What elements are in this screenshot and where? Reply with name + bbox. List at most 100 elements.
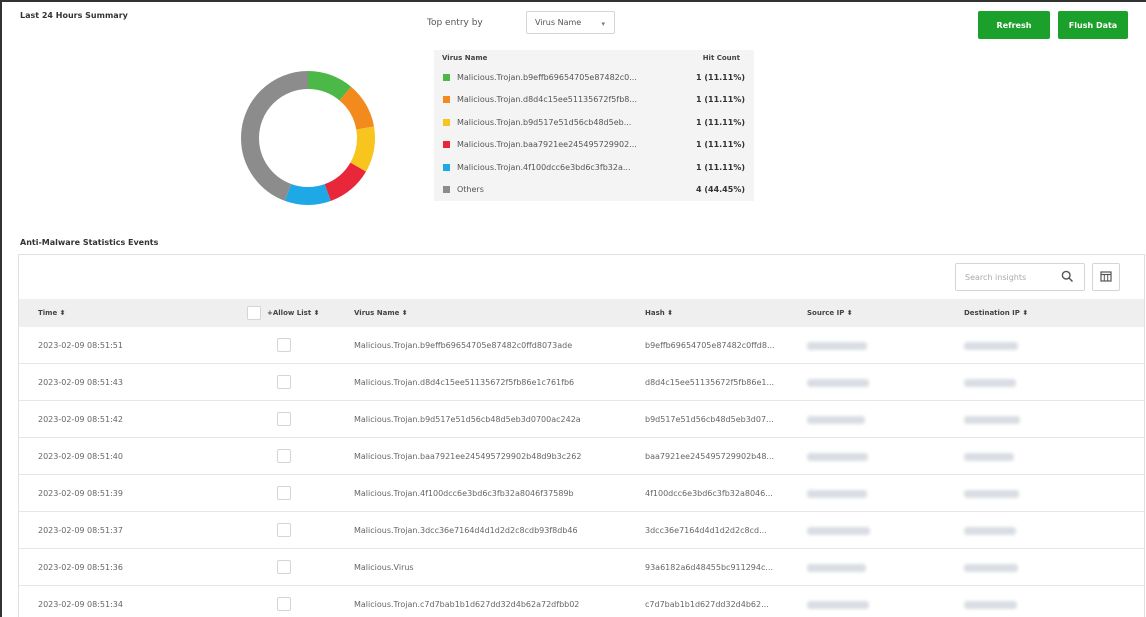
donut-chart — [241, 71, 375, 205]
col-allow-list[interactable]: +Allow List ⬍ — [267, 309, 319, 317]
cell-destination-ip-redacted — [964, 453, 1014, 461]
legend-header-name: Virus Name — [442, 54, 488, 62]
table-row[interactable]: 2023-02-09 08:51:42 Malicious.Trojan.b9d5… — [19, 401, 1144, 438]
summary-title: Last 24 Hours Summary — [20, 11, 128, 20]
events-table: Search insights Time ⬍ +Allow List ⬍ Vir… — [18, 254, 1145, 617]
select-all-checkbox[interactable] — [247, 306, 261, 320]
table-row[interactable]: 2023-02-09 08:51:51 Malicious.Trojan.b9ef… — [19, 327, 1144, 364]
cell-source-ip-redacted — [807, 342, 867, 350]
col-source-ip[interactable]: Source IP ⬍ — [807, 309, 853, 317]
cell-virus-name: Malicious.Trojan.b9d517e51d56cb48d5eb3d0… — [354, 415, 581, 424]
table-row[interactable]: 2023-02-09 08:51:36 Malicious.Virus 93a618… — [19, 549, 1144, 586]
legend-header-count: Hit Count — [702, 54, 740, 62]
cell-source-ip-redacted — [807, 379, 869, 387]
cell-source-ip-redacted — [807, 527, 870, 535]
legend-item: Others 4 (44.45%) — [434, 179, 754, 202]
legend-item: Malicious.Trojan.d8d4c15ee51135672f5fb8.… — [434, 89, 754, 112]
cell-virus-name: Malicious.Trojan.b9effb69654705e87482c0f… — [354, 341, 573, 350]
cell-time: 2023-02-09 08:51:36 — [38, 563, 123, 572]
allow-list-checkbox[interactable] — [277, 412, 291, 426]
allow-list-checkbox[interactable] — [277, 486, 291, 500]
legend-item-count: 1 (11.11%) — [696, 140, 745, 150]
cell-hash: 4f100dcc6e3bd6c3fb32a8046... — [645, 489, 773, 498]
legend: Virus Name Hit Count Malicious.Trojan.b9… — [434, 50, 754, 201]
legend-swatch — [443, 186, 450, 194]
refresh-button[interactable]: Refresh — [978, 11, 1050, 39]
table-header: Time ⬍ +Allow List ⬍ Virus Name ⬍ Hash ⬍… — [19, 299, 1144, 327]
columns-icon — [1100, 271, 1112, 282]
cell-time: 2023-02-09 08:51:34 — [38, 600, 123, 609]
legend-swatch — [443, 96, 450, 104]
legend-swatch — [443, 73, 450, 81]
search-icon[interactable] — [1061, 270, 1074, 283]
allow-list-checkbox[interactable] — [277, 523, 291, 537]
cell-destination-ip-redacted — [964, 342, 1018, 350]
col-virus-name[interactable]: Virus Name ⬍ — [354, 309, 408, 317]
cell-source-ip-redacted — [807, 601, 869, 609]
cell-virus-name: Malicious.Trojan.c7d7bab1b1d627dd32d4b62… — [354, 600, 580, 609]
cell-time: 2023-02-09 08:51:37 — [38, 526, 123, 535]
top-entry-select[interactable]: Virus Name ▾ — [526, 11, 615, 34]
table-row[interactable]: 2023-02-09 08:51:40 Malicious.Trojan.baa7… — [19, 438, 1144, 475]
cell-hash: 93a6182a6d48455bc911294c... — [645, 563, 774, 572]
allow-list-checkbox[interactable] — [277, 338, 291, 352]
table-row[interactable]: 2023-02-09 08:51:34 Malicious.Trojan.c7d7… — [19, 586, 1144, 617]
legend-header: Virus Name Hit Count — [434, 50, 754, 66]
top-entry-value: Virus Name — [535, 18, 582, 27]
search-placeholder: Search insights — [965, 273, 1027, 282]
search-input[interactable]: Search insights — [955, 263, 1085, 291]
cell-hash: d8d4c15ee51135672f5fb86e1... — [645, 378, 775, 387]
allow-list-checkbox[interactable] — [277, 449, 291, 463]
cell-hash: c7d7bab1b1d627dd32d4b62... — [645, 600, 769, 609]
column-settings-button[interactable] — [1092, 263, 1120, 291]
cell-time: 2023-02-09 08:51:42 — [38, 415, 123, 424]
cell-destination-ip-redacted — [964, 527, 1016, 535]
cell-source-ip-redacted — [807, 564, 866, 572]
cell-source-ip-redacted — [807, 490, 867, 498]
legend-item-count: 1 (11.11%) — [696, 72, 745, 82]
legend-item-count: 1 (11.11%) — [696, 117, 745, 127]
legend-item: Malicious.Trojan.baa7921ee245495729902..… — [434, 134, 754, 157]
col-destination-ip[interactable]: Destination IP ⬍ — [964, 309, 1028, 317]
events-title: Anti-Malware Statistics Events — [20, 238, 159, 247]
col-time[interactable]: Time ⬍ — [38, 309, 66, 317]
flush-data-button[interactable]: Flush Data — [1058, 11, 1128, 39]
legend-item-name: Malicious.Trojan.4f100dcc6e3bd6c3fb32a..… — [457, 162, 631, 172]
chevron-down-icon: ▾ — [601, 20, 605, 28]
cell-virus-name: Malicious.Trojan.baa7921ee245495729902b4… — [354, 452, 582, 461]
cell-time: 2023-02-09 08:51:39 — [38, 489, 123, 498]
table-row[interactable]: 2023-02-09 08:51:43 Malicious.Trojan.d8d4… — [19, 364, 1144, 401]
table-row[interactable]: 2023-02-09 08:51:37 Malicious.Trojan.3dcc… — [19, 512, 1144, 549]
cell-source-ip-redacted — [807, 453, 868, 461]
legend-item-name: Malicious.Trojan.b9d517e51d56cb48d5eb... — [457, 117, 632, 127]
legend-swatch — [443, 118, 450, 126]
table-row[interactable]: 2023-02-09 08:51:39 Malicious.Trojan.4f10… — [19, 475, 1144, 512]
legend-item: Malicious.Trojan.4f100dcc6e3bd6c3fb32a..… — [434, 156, 754, 179]
cell-virus-name: Malicious.Trojan.4f100dcc6e3bd6c3fb32a80… — [354, 489, 574, 498]
cell-destination-ip-redacted — [964, 564, 1018, 572]
col-hash[interactable]: Hash ⬍ — [645, 309, 673, 317]
legend-item-count: 4 (44.45%) — [696, 185, 745, 195]
cell-hash: 3dcc36e7164d4d1d2d2c8cd... — [645, 526, 767, 535]
cell-hash: baa7921ee245495729902b48... — [645, 452, 775, 461]
allow-list-checkbox[interactable] — [277, 597, 291, 611]
cell-destination-ip-redacted — [964, 379, 1016, 387]
top-entry-label: Top entry by — [427, 18, 483, 28]
cell-virus-name: Malicious.Virus — [354, 563, 414, 572]
legend-item-count: 1 (11.11%) — [696, 95, 745, 105]
cell-hash: b9d517e51d56cb48d5eb3d07... — [645, 415, 774, 424]
legend-swatch — [443, 163, 450, 171]
cell-source-ip-redacted — [807, 416, 865, 424]
legend-item-name: Malicious.Trojan.baa7921ee245495729902..… — [457, 140, 637, 150]
allow-list-checkbox[interactable] — [277, 375, 291, 389]
legend-item-name: Malicious.Trojan.d8d4c15ee51135672f5fb8.… — [457, 95, 637, 105]
legend-item-name: Others — [457, 185, 484, 195]
cell-virus-name: Malicious.Trojan.d8d4c15ee51135672f5fb86… — [354, 378, 575, 387]
cell-hash: b9effb69654705e87482c0ffd8... — [645, 341, 775, 350]
cell-destination-ip-redacted — [964, 490, 1019, 498]
legend-item-name: Malicious.Trojan.b9effb69654705e87482c0.… — [457, 72, 637, 82]
allow-list-checkbox[interactable] — [277, 560, 291, 574]
cell-time: 2023-02-09 08:51:40 — [38, 452, 123, 461]
cell-destination-ip-redacted — [964, 601, 1017, 609]
cell-destination-ip-redacted — [964, 416, 1020, 424]
